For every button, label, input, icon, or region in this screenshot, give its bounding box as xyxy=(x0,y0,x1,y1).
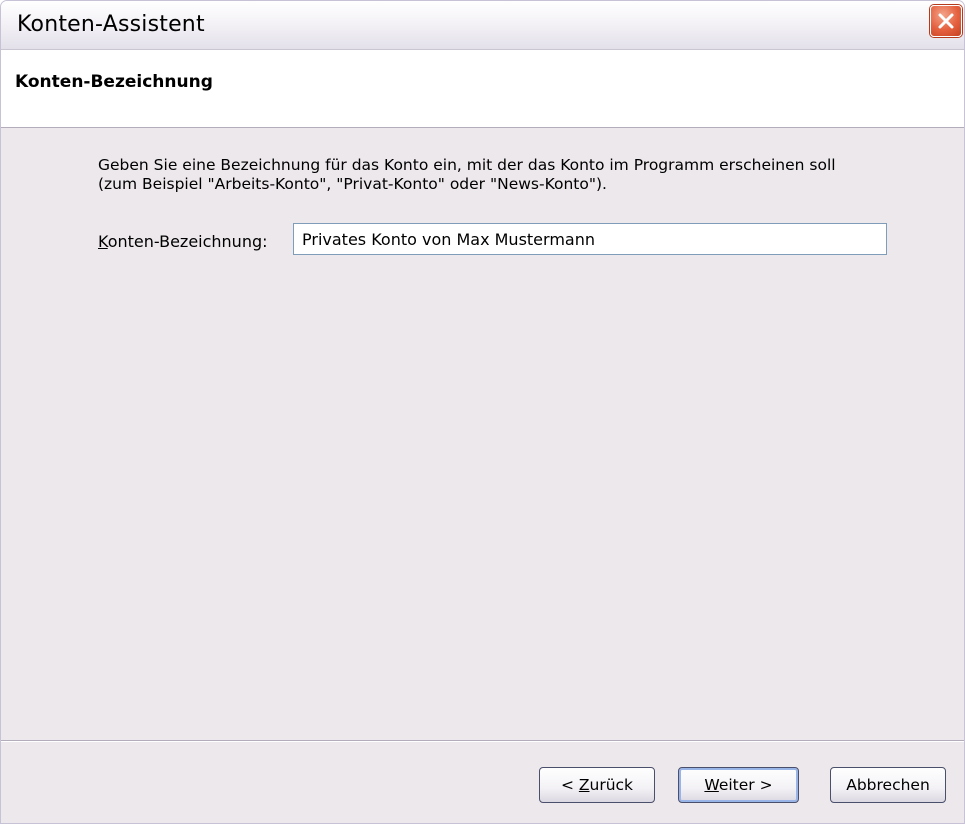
wizard-window: Konten-Assistent Konten-Bezeichnung Gebe… xyxy=(0,0,965,824)
account-name-label: Konten-Bezeichnung: xyxy=(98,232,268,251)
back-button[interactable]: < Zurück xyxy=(539,767,655,803)
title-bar[interactable]: Konten-Assistent xyxy=(1,1,964,50)
footer-separator xyxy=(1,740,964,742)
window-title: Konten-Assistent xyxy=(17,12,205,37)
wizard-content: Geben Sie eine Bezeichnung für das Konto… xyxy=(1,128,964,740)
instructions-line-2: (zum Beispiel "Arbeits-Konto", "Privat-K… xyxy=(98,175,607,193)
instructions-line-1: Geben Sie eine Bezeichnung für das Konto… xyxy=(98,156,836,174)
next-label: eiter > xyxy=(718,776,773,794)
back-accelerator: Z xyxy=(578,776,590,794)
back-label: urück xyxy=(589,776,634,794)
label-text: onten-Bezeichnung: xyxy=(107,232,268,251)
close-icon xyxy=(938,13,954,29)
account-name-input[interactable] xyxy=(293,223,887,255)
back-prefix: < xyxy=(560,776,579,794)
page-title: Konten-Bezeichnung xyxy=(15,72,213,92)
close-button[interactable] xyxy=(930,5,962,37)
next-button[interactable]: Weiter > xyxy=(678,767,799,803)
cancel-button[interactable]: Abbrechen xyxy=(830,767,946,803)
label-accelerator: K xyxy=(98,232,108,251)
instructions-text: Geben Sie eine Bezeichnung für das Konto… xyxy=(98,156,918,194)
wizard-header: Konten-Bezeichnung xyxy=(1,50,964,128)
next-accelerator: W xyxy=(704,776,719,794)
